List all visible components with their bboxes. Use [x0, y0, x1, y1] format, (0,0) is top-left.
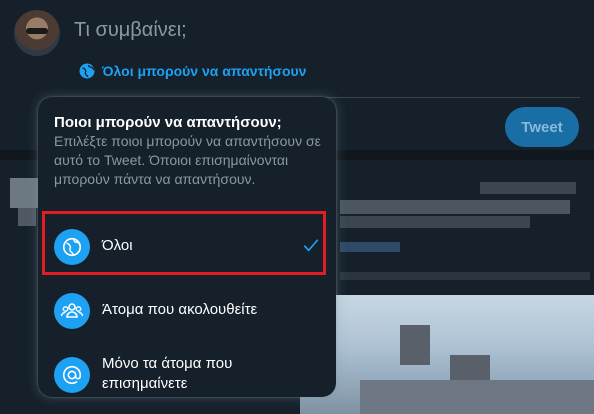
blurred-block	[18, 208, 36, 226]
blurred-text	[340, 242, 400, 252]
blurred-photo	[300, 295, 594, 414]
checkmark-icon	[303, 239, 319, 252]
people-icon	[54, 293, 90, 329]
tweet-button[interactable]: Tweet	[505, 107, 579, 147]
reply-setting-button[interactable]: Όλοι μπορούν να απαντήσουν	[78, 60, 306, 82]
popup-description: Επιλέξτε ποιοι μπορούν να απαντήσουν σε …	[54, 133, 321, 187]
blurred-text	[340, 272, 590, 280]
popup-title: Ποιοι μπορούν να απαντήσουν;	[54, 114, 282, 131]
blurred-text	[480, 182, 576, 194]
blurred-text	[340, 216, 530, 228]
at-icon	[54, 357, 90, 393]
option-label: Άτομα που ακολουθείτε	[102, 301, 258, 318]
option-label: Μόνο τα άτομα που επισημαίνετε	[102, 355, 233, 392]
tweet-input[interactable]: Τι συμβαίνει;	[74, 19, 187, 42]
option-label: Όλοι	[102, 237, 133, 254]
globe-icon	[54, 229, 90, 265]
option-only-mentioned[interactable]: Μόνο τα άτομα που επισημαίνετε	[38, 342, 336, 397]
blurred-text	[340, 200, 570, 214]
avatar[interactable]	[14, 10, 60, 56]
option-everyone[interactable]: Όλοι	[38, 214, 336, 278]
option-people-you-follow[interactable]: Άτομα που ακολουθείτε	[38, 278, 336, 342]
reply-setting-label: Όλοι μπορούν να απαντήσουν	[102, 63, 307, 79]
reply-settings-popup: Ποιοι μπορούν να απαντήσουν; Επιλέξτε πο…	[38, 97, 336, 397]
blurred-avatar	[10, 178, 40, 208]
globe-icon	[78, 62, 96, 80]
